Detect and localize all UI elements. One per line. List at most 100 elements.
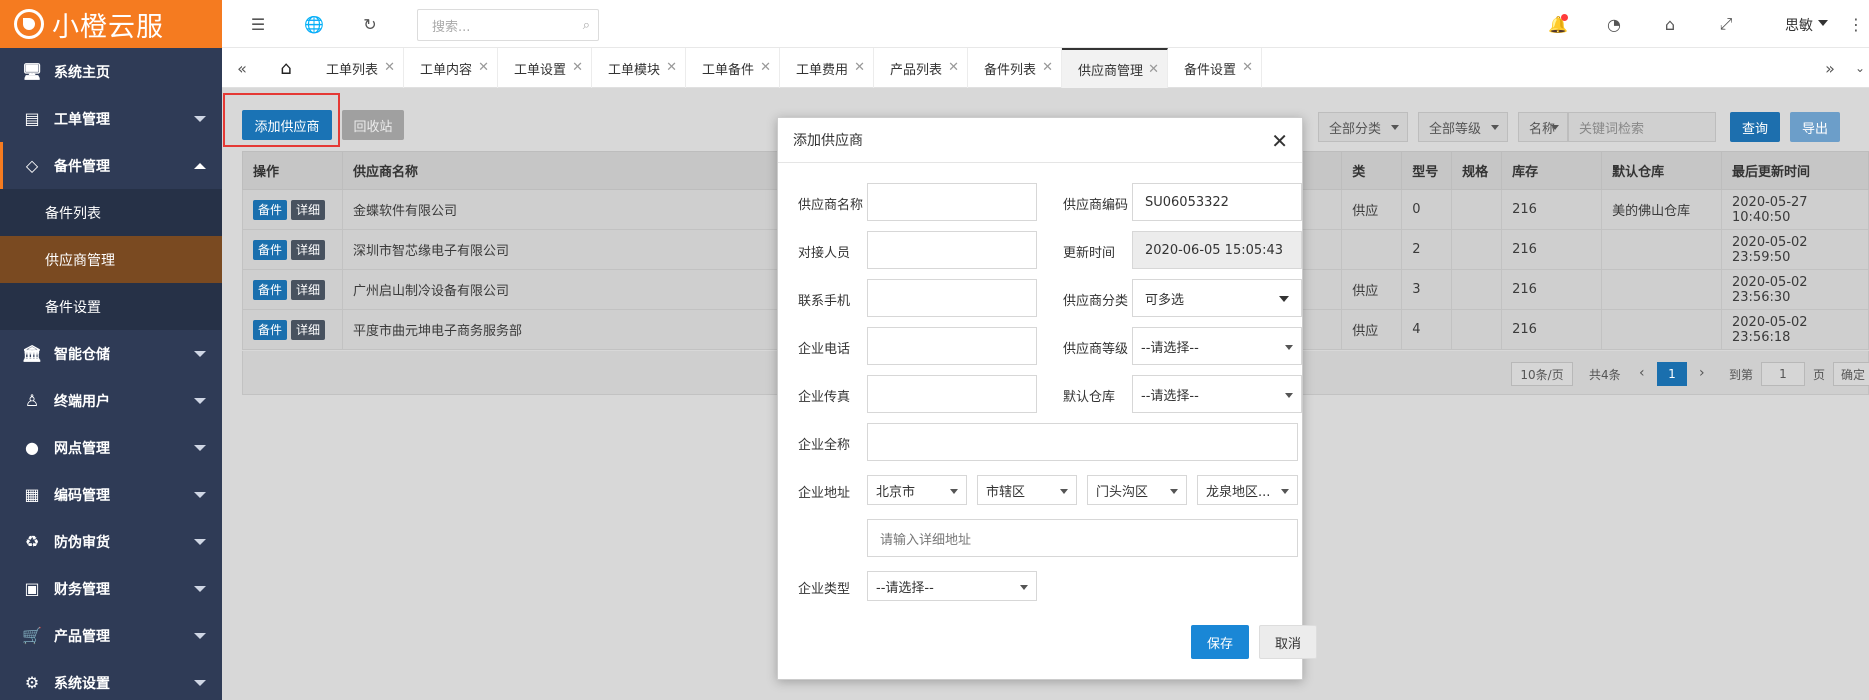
user-name[interactable]: 思敏 [1785, 15, 1813, 35]
save-button[interactable]: 保存 [1191, 625, 1249, 659]
tab-workorder-list[interactable]: 工单列表 ✕ [310, 48, 404, 88]
close-icon[interactable]: ✕ [1271, 129, 1288, 153]
close-icon[interactable]: ✕ [948, 60, 959, 75]
supplier-name-input[interactable] [867, 183, 1037, 221]
category-filter-select[interactable]: 全部分类 [1318, 112, 1408, 142]
menu-toggle-icon[interactable]: ☰ [248, 14, 268, 34]
sidebar-item-spareparts[interactable]: ◇ 备件管理 [0, 142, 222, 189]
spareparts-button[interactable]: 备件 [253, 279, 288, 300]
cell-warehouse [1601, 269, 1722, 310]
bank-icon: 🏛 [21, 344, 43, 363]
cancel-button[interactable]: 取消 [1259, 625, 1317, 659]
goto-confirm-button[interactable]: 确定 [1833, 362, 1869, 386]
chevron-down-icon[interactable] [1818, 20, 1828, 26]
sidebar-item-settings[interactable]: ⚙ 系统设置 [0, 659, 222, 700]
bell-icon[interactable]: 🔔 [1548, 14, 1568, 34]
goto-page-input[interactable]: 1 [1761, 362, 1805, 386]
cell-stock: 216 [1501, 229, 1603, 270]
sidebar-item-anticounterfeit[interactable]: ♻ 防伪审货 [0, 518, 222, 565]
close-icon[interactable]: ✕ [1042, 60, 1053, 75]
sidebar-item-coding[interactable]: ▦ 编码管理 [0, 471, 222, 518]
tab-supplier-management[interactable]: 供应商管理 ✕ [1062, 48, 1168, 88]
spareparts-button[interactable]: 备件 [253, 199, 288, 220]
sidebar-subitem-spare-settings[interactable]: 备件设置 [0, 283, 222, 330]
palette-icon[interactable]: ◔ [1604, 14, 1624, 34]
close-icon[interactable]: ✕ [666, 60, 677, 75]
cell-model: 0 [1401, 189, 1453, 230]
more-vertical-icon[interactable]: ⋮ [1846, 14, 1866, 34]
spareparts-button[interactable]: 备件 [253, 239, 288, 260]
col-header-spec: 规格 [1451, 151, 1503, 190]
district-select[interactable]: 门头沟区 [1087, 475, 1187, 505]
sidebar-item-finance[interactable]: ▣ 财务管理 [0, 565, 222, 612]
scroll-right-icon[interactable]: » [1820, 58, 1840, 78]
sidebar-subitem-supplier[interactable]: 供应商管理 [0, 236, 222, 283]
company-fax-input[interactable] [867, 375, 1037, 413]
close-icon[interactable]: ✕ [854, 60, 865, 75]
area-select[interactable]: 龙泉地区... [1197, 475, 1298, 505]
close-icon[interactable]: ✕ [384, 60, 395, 75]
next-page-icon[interactable]: › [1699, 365, 1705, 381]
sidebar-item-home[interactable]: 🖥 系统主页 [0, 48, 222, 95]
tab-workorder-module[interactable]: 工单模块 ✕ [592, 48, 686, 88]
tab-spare-settings[interactable]: 备件设置 ✕ [1168, 48, 1262, 88]
close-icon[interactable]: ✕ [1242, 60, 1253, 75]
tag-icon[interactable]: ⌂ [1660, 14, 1680, 34]
city-select[interactable]: 市辖区 [977, 475, 1077, 505]
tab-workorder-content[interactable]: 工单内容 ✕ [404, 48, 498, 88]
spareparts-button[interactable]: 备件 [253, 319, 288, 340]
add-supplier-button[interactable]: 添加供应商 [242, 110, 332, 140]
sidebar-item-endusers[interactable]: ♙ 终端用户 [0, 377, 222, 424]
detail-button[interactable]: 详细 [291, 319, 326, 340]
close-icon[interactable]: ✕ [478, 60, 489, 75]
supplier-name-label: 供应商名称 [798, 198, 864, 213]
level-filter-select[interactable]: 全部等级 [1418, 112, 1508, 142]
tab-spare-list[interactable]: 备件列表 ✕ [968, 48, 1062, 88]
query-button[interactable]: 查询 [1730, 112, 1780, 142]
tab-product-list[interactable]: 产品列表 ✕ [874, 48, 968, 88]
tab-workorder-settings[interactable]: 工单设置 ✕ [498, 48, 592, 88]
detail-button[interactable]: 详细 [291, 239, 326, 260]
tab-workorder-fees[interactable]: 工单费用 ✕ [780, 48, 874, 88]
tab-workorder-spareparts[interactable]: 工单备件 ✕ [686, 48, 780, 88]
sidebar-item-outlets[interactable]: ● 网点管理 [0, 424, 222, 471]
company-type-select[interactable]: --请选择-- [867, 571, 1037, 601]
keyword-search-input[interactable]: 关键词检索 [1568, 112, 1716, 142]
supplier-code-input[interactable]: SU06053322 [1132, 183, 1302, 221]
filter-value: 全部等级 [1429, 121, 1482, 137]
prev-page-icon[interactable]: ‹ [1639, 365, 1645, 381]
sidebar-item-workorder[interactable]: ▤ 工单管理 [0, 95, 222, 142]
field-filter-select[interactable]: 名称 [1518, 112, 1568, 142]
supplier-level-select[interactable]: --请选择-- [1132, 327, 1302, 365]
close-icon[interactable]: ✕ [760, 60, 771, 75]
default-warehouse-select[interactable]: --请选择-- [1132, 375, 1302, 413]
province-select[interactable]: 北京市 [867, 475, 967, 505]
detail-button[interactable]: 详细 [291, 199, 326, 220]
globe-icon[interactable]: 🌐 [304, 14, 324, 34]
page-current[interactable]: 1 [1657, 362, 1687, 386]
brand-logo[interactable]: 小橙云服 [0, 0, 222, 48]
export-button[interactable]: 导出 [1790, 112, 1840, 142]
home-icon[interactable]: ⌂ [276, 58, 296, 79]
company-fullname-input[interactable] [867, 423, 1298, 461]
sidebar-item-products[interactable]: 🛒 产品管理 [0, 612, 222, 659]
detail-button[interactable]: 详细 [291, 279, 326, 300]
company-phone-input[interactable] [867, 327, 1037, 365]
recycle-bin-button[interactable]: 回收站 [342, 110, 404, 140]
scroll-left-icon[interactable]: « [232, 58, 252, 78]
fullscreen-icon[interactable]: ⤢ [1716, 14, 1736, 34]
sidebar-item-warehouse[interactable]: 🏛 智能仓储 [0, 330, 222, 377]
detail-address-input[interactable]: 请输入详细地址 [867, 519, 1298, 557]
mobile-input[interactable] [867, 279, 1037, 317]
contact-input[interactable] [867, 231, 1037, 269]
close-icon[interactable]: ✕ [1148, 62, 1159, 77]
close-icon[interactable]: ✕ [572, 60, 583, 75]
chevron-down-icon[interactable]: ⌄ [1850, 58, 1869, 78]
per-page-select[interactable]: 10条/页 [1511, 362, 1573, 386]
search-input[interactable]: 搜索... ⌕ [417, 9, 599, 41]
supplier-category-select[interactable]: 可多选 [1132, 279, 1302, 317]
refresh-icon[interactable]: ↻ [360, 14, 380, 34]
chevron-down-icon [1491, 125, 1499, 130]
cell-spec [1451, 309, 1503, 350]
sidebar-subitem-spare-list[interactable]: 备件列表 [0, 189, 222, 236]
